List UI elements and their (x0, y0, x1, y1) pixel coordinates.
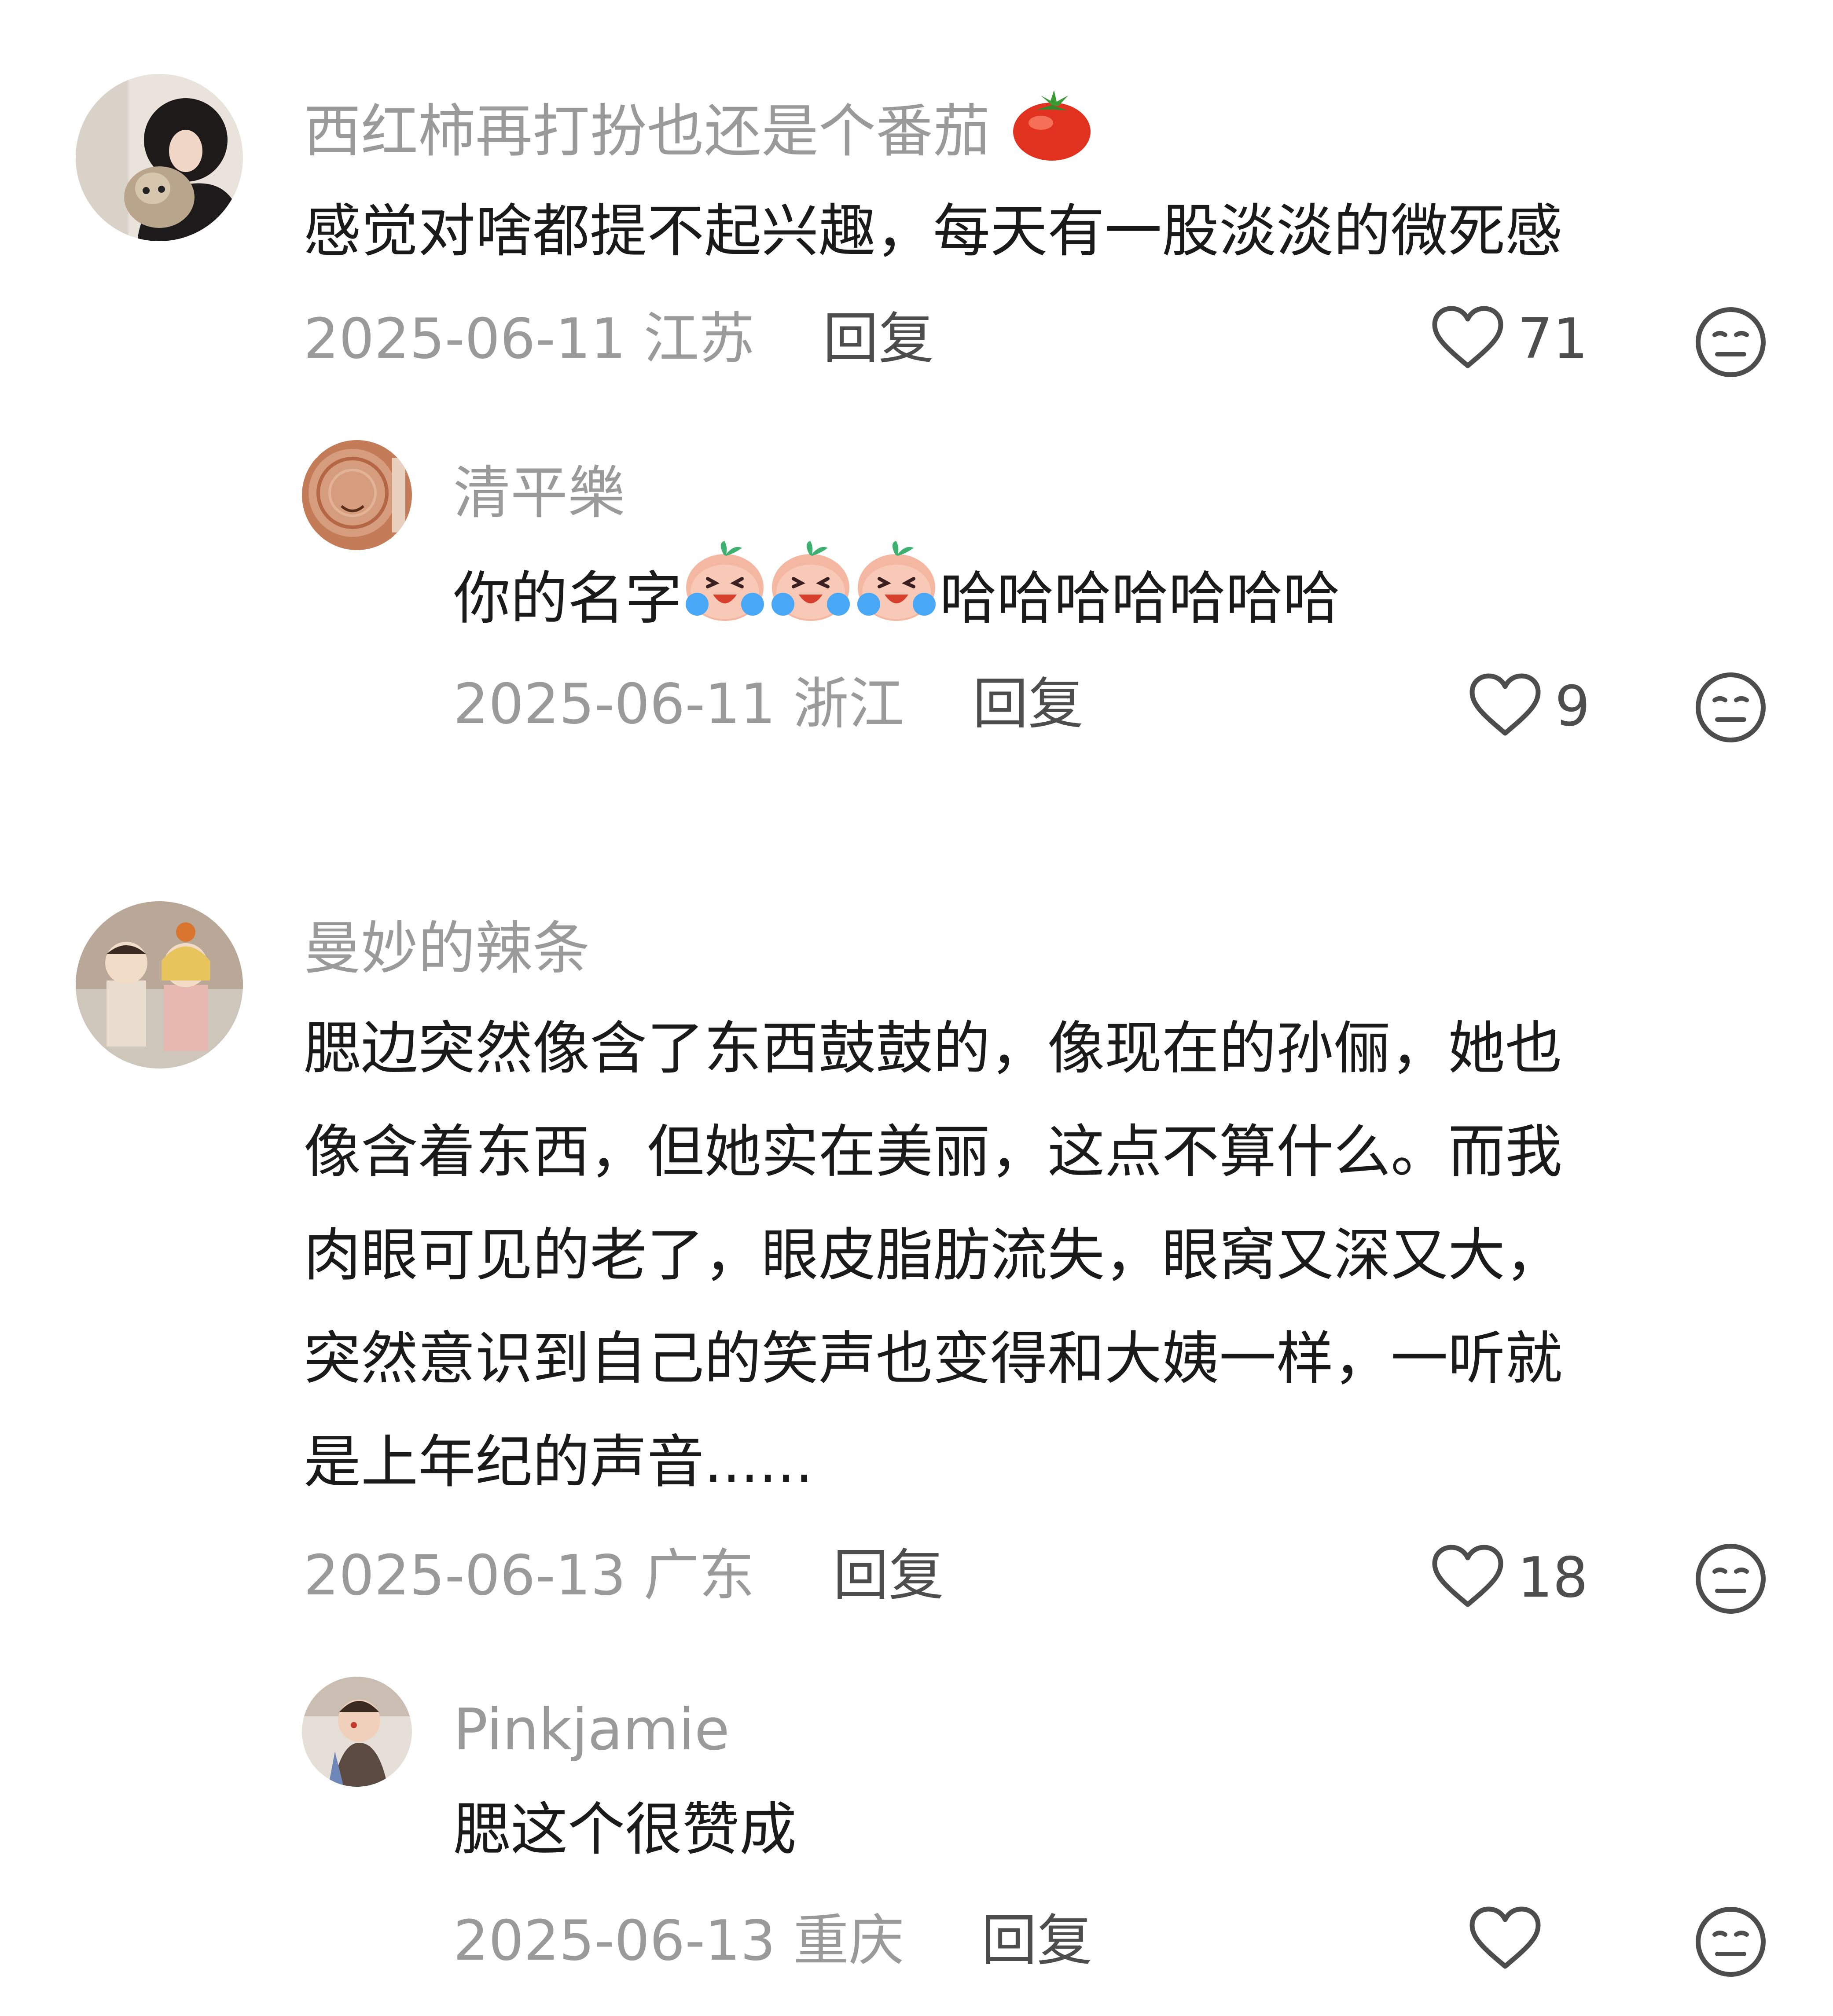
location-text: 重庆 (793, 1908, 904, 1973)
comment-item: 曼妙的辣条 腮边突然像含了东西鼓鼓的，像现在的孙俪，她也 像含着东西，但她实在美… (0, 836, 1833, 2016)
heart-outline-icon (1430, 305, 1505, 373)
comment-text-line: 肉眼可见的老了，眼皮脂肪流失，眼窝又深又大， (304, 1222, 1563, 1289)
crying-laughing-peach-sticker-icon (854, 538, 940, 656)
comment-text-line: 像含着东西，但她实在美丽，这点不算什么。而我 (304, 1118, 1563, 1185)
meh-face-icon[interactable] (1694, 671, 1767, 745)
location-text: 江苏 (643, 306, 755, 371)
location-text: 浙江 (793, 672, 904, 736)
avatar[interactable] (76, 901, 243, 1069)
date-text: 2025-06-11 (453, 672, 776, 736)
like-button[interactable]: 9 (1468, 671, 1590, 742)
date-text: 2025-06-11 (304, 306, 626, 371)
reply-text-start: 你的名字 (453, 565, 683, 632)
comment-text-line: 是上年纪的声音...... (304, 1428, 813, 1495)
like-count: 71 (1517, 306, 1588, 371)
reply-button[interactable]: 回复 (823, 304, 934, 374)
reply-text: 你的名字 哈哈哈哈哈哈哈 (453, 541, 1341, 661)
meh-face-icon[interactable] (1694, 306, 1767, 380)
like-count: 18 (1517, 1545, 1588, 1610)
like-button[interactable] (1468, 1906, 1555, 1973)
tomato-emoji-icon (1010, 88, 1094, 178)
reply-date: 2025-06-11 浙江 (453, 669, 904, 739)
reply-text: 腮这个很赞成 (453, 1796, 797, 1863)
heart-outline-icon (1468, 672, 1543, 740)
meh-face-icon[interactable] (1694, 1542, 1767, 1617)
avatar[interactable] (76, 74, 243, 241)
comment-username[interactable]: 曼妙的辣条 (304, 913, 590, 984)
like-button[interactable]: 18 (1430, 1542, 1588, 1613)
avatar[interactable] (302, 1677, 412, 1787)
comment-text-line: 突然意识到自己的笑声也变得和大姨一样，一听就 (304, 1325, 1563, 1392)
reply-username[interactable]: Pinkjamie (453, 1694, 730, 1765)
heart-outline-icon (1468, 1906, 1543, 1973)
reply-username[interactable]: 清平樂 (453, 458, 625, 528)
crying-laughing-peach-sticker-icon (682, 538, 768, 656)
reply-button[interactable]: 回复 (833, 1540, 944, 1611)
date-text: 2025-06-13 (304, 1543, 626, 1608)
reply-button[interactable]: 回复 (981, 1906, 1092, 1976)
reply-text-end: 哈哈哈哈哈哈哈 (940, 565, 1341, 632)
comment-text: 感觉对啥都提不起兴趣，每天有一股淡淡的微死感 (304, 198, 1563, 264)
comment-text-line: 腮边突然像含了东西鼓鼓的，像现在的孙俪，她也 (304, 1015, 1563, 1082)
like-button[interactable]: 71 (1430, 304, 1588, 374)
comment-date: 2025-06-11 江苏 (304, 304, 754, 374)
date-text: 2025-06-13 (453, 1908, 776, 1973)
avatar[interactable] (302, 440, 412, 550)
username-text: 西红柿再打扮也还是个番茄 (304, 98, 991, 165)
meh-face-icon[interactable] (1694, 1906, 1767, 1980)
heart-outline-icon (1430, 1544, 1505, 1612)
reply-date: 2025-06-13 重庆 (453, 1906, 904, 1976)
comment-item: 西红柿再打扮也还是个番茄 感觉对啥都提不起兴趣，每天有一股淡淡的微死感 2025… (0, 0, 1833, 770)
comment-date: 2025-06-13 广东 (304, 1540, 754, 1611)
like-count: 9 (1555, 674, 1591, 738)
location-text: 广东 (643, 1543, 755, 1608)
crying-laughing-peach-sticker-icon (768, 538, 854, 656)
reply-button[interactable]: 回复 (973, 669, 1084, 739)
comment-username[interactable]: 西红柿再打扮也还是个番茄 (304, 90, 1094, 180)
